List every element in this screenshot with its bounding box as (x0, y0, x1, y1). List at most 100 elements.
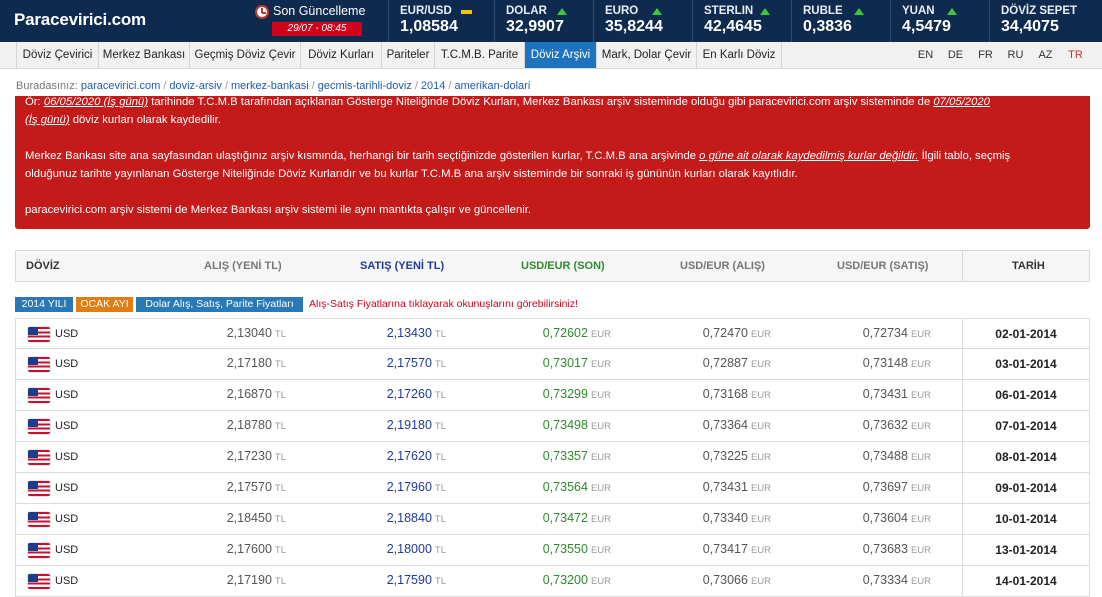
parite-satis-cell[interactable]: 0,73431 EUR (863, 387, 931, 401)
table-row[interactable]: USD 2,17190 TL 2,17590 TL 0,73200 EUR 0,73066 EU… (15, 566, 1090, 597)
lang-tr[interactable]: TR (1061, 42, 1090, 68)
date-cell[interactable]: 09-01-2014 (962, 473, 1089, 503)
alis-cell[interactable]: 2,18780 TL (227, 418, 286, 432)
parite-satis-cell[interactable]: 0,73488 EUR (863, 449, 931, 463)
alis-cell[interactable]: 2,18450 TL (227, 511, 286, 525)
table-row[interactable]: USD 2,18450 TL 2,18840 TL 0,73472 EUR 0,73340 EU… (15, 504, 1090, 535)
parite-satis-cell[interactable]: 0,72734 EUR (863, 326, 931, 340)
table-row[interactable]: USD 2,17570 TL 2,17960 TL 0,73564 EUR 0,73431 EU… (15, 473, 1090, 504)
son-cell[interactable]: 0,73550 EUR (543, 542, 611, 556)
table-row[interactable]: USD 2,16870 TL 2,17260 TL 0,73299 EUR 0,73168 EU… (15, 380, 1090, 411)
alis-cell[interactable]: 2,17230 TL (227, 449, 286, 463)
table-row[interactable]: USD 2,18780 TL 2,19180 TL 0,73498 EUR 0,73364 EU… (15, 411, 1090, 442)
son-cell[interactable]: 0,72602 EUR (543, 326, 611, 340)
satis-cell[interactable]: 2,18000 TL (387, 542, 446, 556)
satis-cell[interactable]: 2,17570 TL (387, 356, 446, 370)
col-alis: ALIŞ (YENİ TL) (204, 260, 282, 272)
satis-cell[interactable]: 2,13430 TL (387, 326, 446, 340)
satis-cell[interactable]: 2,17590 TL (387, 573, 446, 587)
son-cell[interactable]: 0,73017 EUR (543, 356, 611, 370)
ticker-yuan[interactable]: YUAN 4,5479 (890, 0, 989, 42)
breadcrumb-item[interactable]: merkez-bankasi (231, 80, 309, 92)
alis-cell[interactable]: 2,17600 TL (227, 542, 286, 556)
parite-satis-cell[interactable]: 0,73632 EUR (863, 418, 931, 432)
satis-cell[interactable]: 2,18840 TL (387, 511, 446, 525)
month-tag[interactable]: OCAK AYI (76, 297, 133, 312)
date-cell[interactable]: 10-01-2014 (962, 504, 1089, 534)
nav-tcmb-parite[interactable]: T.C.M.B. Parite (435, 42, 525, 68)
parite-alis-cell[interactable]: 0,73364 EUR (703, 418, 771, 432)
currency-code: USD (55, 482, 79, 494)
satis-cell[interactable]: 2,17960 TL (387, 480, 446, 494)
date-cell[interactable]: 08-01-2014 (962, 442, 1089, 472)
last-update-time: 29/07 - 08:45 (272, 22, 362, 36)
nav-doviz-arsivi[interactable]: Döviz Arşivi (525, 42, 597, 68)
ticker-doviz-sepet[interactable]: DÖVİZ SEPET 34,4075 (989, 0, 1102, 42)
date-cell[interactable]: 07-01-2014 (962, 411, 1089, 441)
alis-cell[interactable]: 2,13040 TL (227, 326, 286, 340)
parite-satis-cell[interactable]: 0,73697 EUR (863, 480, 931, 494)
nav-en-karli-doviz[interactable]: En Karlı Döviz (697, 42, 782, 68)
son-cell[interactable]: 0,73498 EUR (543, 418, 611, 432)
breadcrumb-item[interactable]: amerikan-dolari (454, 80, 530, 92)
table-row[interactable]: USD 2,17600 TL 2,18000 TL 0,73550 EUR 0,73417 EU… (15, 535, 1090, 566)
breadcrumb-item[interactable]: 2014 (421, 80, 445, 92)
parite-alis-cell[interactable]: 0,73168 EUR (703, 387, 771, 401)
site-logo[interactable]: Paracevirici.com (14, 10, 146, 30)
alis-cell[interactable]: 2,17570 TL (227, 480, 286, 494)
satis-cell[interactable]: 2,19180 TL (387, 418, 446, 432)
date-cell[interactable]: 14-01-2014 (962, 566, 1089, 596)
ticker-ruble[interactable]: RUBLE 0,3836 (791, 0, 890, 42)
nav-merkez-bankasi[interactable]: Merkez Bankası (99, 42, 190, 68)
son-cell[interactable]: 0,73472 EUR (543, 511, 611, 525)
nav-pariteler[interactable]: Pariteler (382, 42, 435, 68)
ticker-sterlin[interactable]: STERLIN 42,4645 (692, 0, 791, 42)
lang-ru[interactable]: RU (1001, 42, 1030, 68)
nav-gecmis-doviz-cevir[interactable]: Geçmiş Döviz Çevir (190, 42, 301, 68)
alis-cell[interactable]: 2,16870 TL (227, 387, 286, 401)
lang-fr[interactable]: FR (971, 42, 1000, 68)
breadcrumb-item[interactable]: doviz-arsiv (169, 80, 222, 92)
nav-doviz-cevirici[interactable]: Döviz Çevirici (16, 42, 99, 68)
parite-alis-cell[interactable]: 0,73340 EUR (703, 511, 771, 525)
alis-cell[interactable]: 2,17180 TL (227, 356, 286, 370)
satis-cell[interactable]: 2,17260 TL (387, 387, 446, 401)
us-flag-icon (28, 512, 50, 527)
parite-alis-cell[interactable]: 0,72887 EUR (703, 356, 771, 370)
breadcrumb-item[interactable]: paracevirici.com (81, 80, 160, 92)
table-row[interactable]: USD 2,17230 TL 2,17620 TL 0,73357 EUR 0,73225 EU… (15, 442, 1090, 473)
table-row[interactable]: USD 2,17180 TL 2,17570 TL 0,73017 EUR 0,72887 EU… (15, 349, 1090, 380)
parite-satis-cell[interactable]: 0,73604 EUR (863, 511, 931, 525)
currency-code: USD (55, 544, 79, 556)
table-row[interactable]: USD 2,13040 TL 2,13430 TL 0,72602 EUR 0,72470 EU… (15, 318, 1090, 349)
date-cell[interactable]: 13-01-2014 (962, 535, 1089, 565)
lang-de[interactable]: DE (941, 42, 970, 68)
parite-alis-cell[interactable]: 0,72470 EUR (703, 326, 771, 340)
breadcrumb-item[interactable]: gecmis-tarihli-doviz (318, 80, 412, 92)
parite-alis-cell[interactable]: 0,73417 EUR (703, 542, 771, 556)
alis-cell[interactable]: 2,17190 TL (227, 573, 286, 587)
nav-doviz-kurlari[interactable]: Döviz Kurları (301, 42, 382, 68)
nav-mark-dolar-cevir[interactable]: Mark, Dolar Çevir (597, 42, 697, 68)
ticker-dolar[interactable]: DOLAR 32,9907 (494, 0, 592, 42)
satis-cell[interactable]: 2,17620 TL (387, 449, 446, 463)
son-cell[interactable]: 0,73357 EUR (543, 449, 611, 463)
date-cell[interactable]: 06-01-2014 (962, 380, 1089, 410)
parite-satis-cell[interactable]: 0,73148 EUR (863, 356, 931, 370)
lang-en[interactable]: EN (911, 42, 940, 68)
parite-alis-cell[interactable]: 0,73066 EUR (703, 573, 771, 587)
date-cell[interactable]: 02-01-2014 (962, 319, 1089, 349)
parite-satis-cell[interactable]: 0,73334 EUR (863, 573, 931, 587)
year-tag[interactable]: 2014 YILI (15, 297, 73, 312)
date-cell[interactable]: 03-01-2014 (962, 349, 1089, 379)
parite-satis-cell[interactable]: 0,73683 EUR (863, 542, 931, 556)
son-cell[interactable]: 0,73564 EUR (543, 480, 611, 494)
ticker-euro[interactable]: EURO 35,8244 (593, 0, 692, 42)
son-cell[interactable]: 0,73200 EUR (543, 573, 611, 587)
table-header: DÖVİZ ALIŞ (YENİ TL) SATIŞ (YENİ TL) USD… (15, 250, 1090, 282)
parite-alis-cell[interactable]: 0,73225 EUR (703, 449, 771, 463)
lang-az[interactable]: AZ (1031, 42, 1060, 68)
son-cell[interactable]: 0,73299 EUR (543, 387, 611, 401)
ticker-eurusd[interactable]: EUR/USD 1,08584 (388, 0, 492, 42)
parite-alis-cell[interactable]: 0,73431 EUR (703, 480, 771, 494)
